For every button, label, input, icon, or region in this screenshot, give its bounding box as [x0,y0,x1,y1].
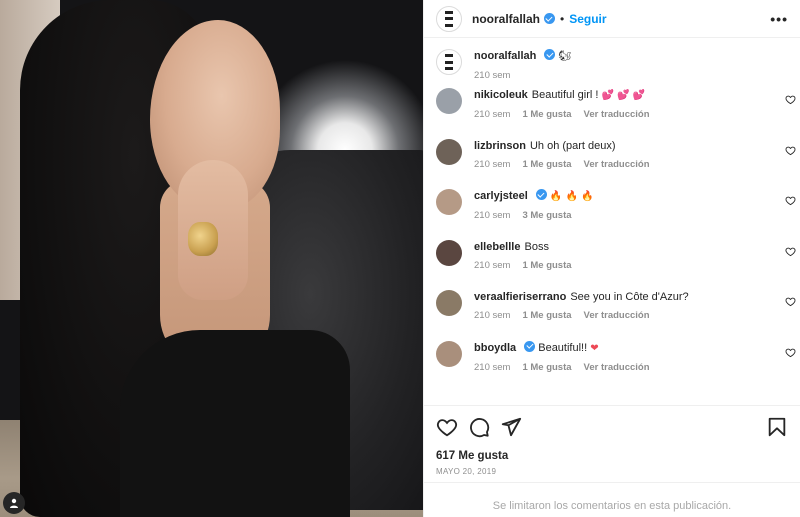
comments-list[interactable]: nooralfallah 🐿 210 sem nikicoleuk Beautif… [424,39,800,405]
photo-ring [188,222,218,256]
comment-emoji: 💕 💕 💕 [601,90,646,101]
comment-row: carlyjsteel 🔥 🔥 🔥 210 sem 3 Me gusta [424,189,800,240]
post-header: nooralfallah • Seguir ••• [424,0,800,38]
post-caption: nooralfallah 🐿 210 sem [424,39,800,88]
comment-like-heart-icon[interactable] [785,195,796,206]
post-actions: 617 Me gusta MAYO 20, 2019 [424,405,800,476]
caption-time[interactable]: 210 sem [474,70,510,81]
comment-like-heart-icon[interactable] [785,296,796,307]
comment-like-heart-icon[interactable] [785,347,796,358]
save-bookmark-icon[interactable] [766,416,788,438]
see-translation-link[interactable]: Ver traducción [584,159,650,170]
commenter-username[interactable]: nikicoleuk [474,89,528,101]
comment-row: ellebellle Boss 210 sem 1 Me gusta [424,239,800,291]
likes-count[interactable]: 617 Me gusta [436,450,788,462]
comment-icon[interactable] [468,416,490,438]
commenter-avatar[interactable] [436,340,462,367]
caption-author-avatar[interactable] [436,49,462,75]
comment-text: Beautiful girl ! [531,89,602,101]
see-translation-link[interactable]: Ver traducción [584,310,650,321]
author-username[interactable]: nooralfallah [472,12,540,26]
comment-emoji: ❤ [590,342,599,354]
commenter-username[interactable]: bboydla [474,342,516,354]
comment-like-heart-icon[interactable] [785,94,796,105]
share-icon[interactable] [500,416,522,438]
comment-likes[interactable]: 1 Me gusta [522,109,571,120]
comment-time[interactable]: 210 sem [474,210,510,221]
caption-emoji: 🐿 [558,51,572,62]
commenter-username[interactable]: veraalfieriserrano [474,291,566,303]
comment-like-heart-icon[interactable] [785,246,796,257]
comment-time[interactable]: 210 sem [474,109,510,120]
verified-badge-icon [544,49,556,60]
author-logo-icon [445,54,453,70]
author-avatar[interactable] [436,5,462,32]
commenter-avatar[interactable] [436,189,462,215]
like-heart-icon[interactable] [436,416,458,438]
see-translation-link[interactable]: Ver traducción [584,109,650,120]
header-separator: • [560,11,565,26]
comment-text: Beautiful!! [538,341,591,354]
comment-likes[interactable]: 1 Me gusta [522,310,571,321]
comment-row: lizbrinson Uh oh (part deux) 210 sem 1 Me … [424,138,800,190]
more-options-icon[interactable]: ••• [770,11,788,27]
comment-likes[interactable]: 1 Me gusta [522,362,571,373]
commenter-username[interactable]: lizbrinson [474,140,526,152]
comment-emoji: 🔥 🔥 🔥 [549,191,594,202]
comment-like-heart-icon[interactable] [785,145,796,156]
comment-text: Boss [524,240,549,253]
post-date: MAYO 20, 2019 [436,467,497,476]
follow-button[interactable]: Seguir [569,12,606,26]
comment-time[interactable]: 210 sem [474,362,510,373]
instagram-post: nooralfallah • Seguir ••• nooralfallah 🐿… [0,0,800,517]
comments-limited-notice: Se limitaron los comentarios en esta pub… [424,482,800,517]
commenter-avatar[interactable] [436,290,462,316]
comment-likes[interactable]: 1 Me gusta [522,260,571,271]
comment-row: veraalfieriserrano See you in Côte d'Azur… [424,290,800,341]
comment-likes[interactable]: 1 Me gusta [522,159,571,170]
commenter-username[interactable]: ellebellle [474,241,520,253]
comment-time[interactable]: 210 sem [474,159,510,170]
see-translation-link[interactable]: Ver traducción [584,362,650,373]
comment-row: nikicoleuk Beautiful girl ! 💕 💕 💕 210 sem… [424,88,800,139]
commenter-avatar[interactable] [436,138,462,165]
post-side-panel: nooralfallah • Seguir ••• nooralfallah 🐿… [423,0,800,517]
commenter-avatar[interactable] [436,239,462,266]
comment-time[interactable]: 210 sem [474,310,510,321]
caption-username[interactable]: nooralfallah [474,50,536,62]
author-logo-icon [445,10,453,27]
verified-badge-icon [524,340,536,352]
commenter-avatar[interactable] [436,88,462,114]
user-tag-icon[interactable] [3,492,25,514]
comment-text: Uh oh (part deux) [529,139,616,152]
action-icons [436,416,788,438]
post-photo[interactable] [0,0,423,517]
comment-row: bboydla Beautiful!! ❤ 210 sem 1 Me gusta V… [424,340,800,392]
photo-top [120,330,350,517]
comment-time[interactable]: 210 sem [474,260,510,271]
commenter-username[interactable]: carlyjsteel [474,190,528,202]
comment-text: See you in Côte d'Azur? [570,291,689,303]
comment-likes[interactable]: 3 Me gusta [522,210,571,221]
verified-badge-icon [535,189,547,200]
verified-badge-icon [544,13,556,24]
